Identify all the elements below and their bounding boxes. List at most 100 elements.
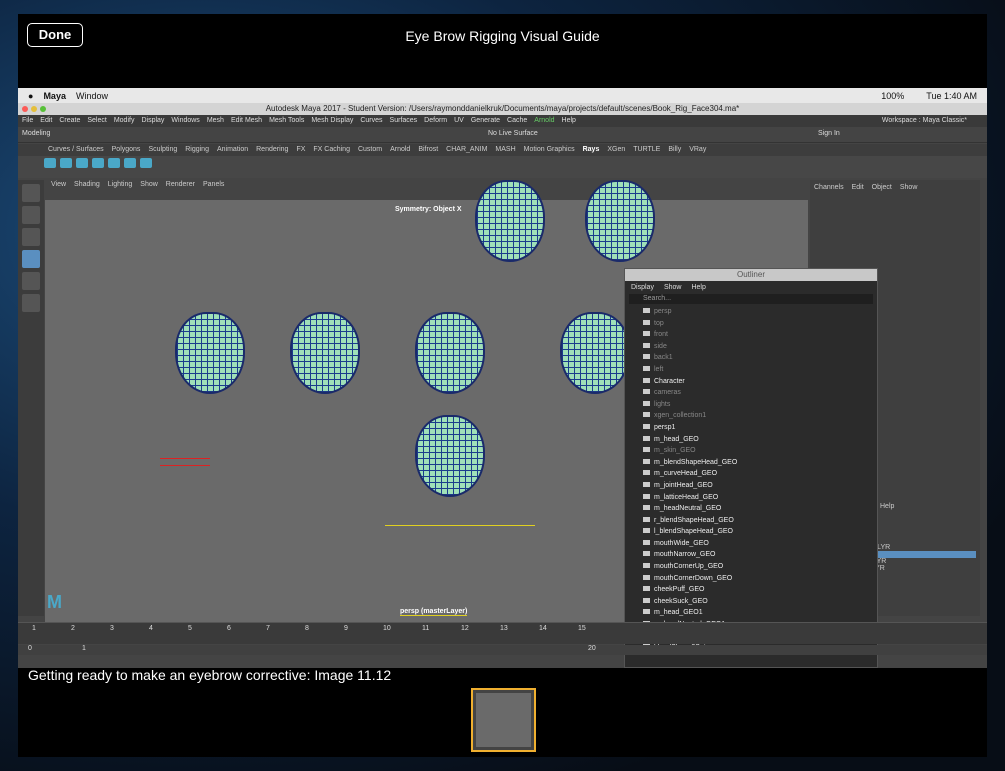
toolbox [18, 180, 44, 616]
panel-menu-shading: Shading [74, 181, 100, 188]
menu-mesh-display: Mesh Display [311, 117, 354, 124]
outliner-item: mouthCornerUp_GEO [643, 561, 877, 573]
shelf-tab: Bifrost [418, 146, 439, 153]
outliner-list: persp top front side back1 left Character camer… [625, 304, 877, 654]
head-model [585, 180, 655, 262]
menu-mesh-tools: Mesh Tools [269, 117, 305, 124]
node-icon [643, 528, 650, 534]
shelf-tab: Arnold [390, 146, 411, 153]
outliner-item: m_latticeHead_GEO [643, 492, 877, 504]
battery-status: 100% [881, 90, 905, 101]
outliner-item-label: mouthWide_GEO [654, 539, 709, 547]
outliner-item-label: persp1 [654, 423, 676, 431]
outliner-item-label: xgen_collection1 [654, 412, 707, 420]
outliner-item: cheekSuck_GEO [643, 596, 877, 608]
shelf-tab: Billy [668, 146, 682, 153]
outliner-item-label: cheekSuck_GEO [654, 597, 708, 605]
node-icon [643, 574, 650, 580]
select-tool-icon [22, 184, 40, 202]
shelf-tabs: Curves / Surfaces Polygons Sculpting Rig… [18, 144, 987, 156]
thumbnail-image-11-12[interactable] [471, 688, 536, 752]
node-icon [643, 586, 650, 592]
outliner-item: l_blendShapeHead_GEO [643, 526, 877, 538]
shelf-tab: CHAR_ANIM [446, 146, 488, 153]
outliner-item: cheekPuff_GEO [643, 584, 877, 596]
panel-menu-show: Show [140, 181, 158, 188]
outliner-item-label: back1 [654, 354, 673, 362]
timeline-tick: 3 [110, 625, 114, 632]
outliner-item: mouthWide_GEO [643, 538, 877, 550]
shelf [18, 156, 987, 178]
shelf-tab: Rays [582, 146, 600, 153]
timeline-tick: 5 [188, 625, 192, 632]
node-icon [643, 493, 650, 499]
head-model [290, 312, 360, 394]
maya-screenshot: ● Maya Window 100% Tue 1:40 AM Autodesk … [18, 88, 987, 668]
maya-logo: M [47, 592, 62, 612]
range-start: 0 [28, 645, 32, 652]
head-model [415, 312, 485, 394]
shelf-script-icon [44, 158, 56, 168]
head-model [560, 312, 630, 394]
shelf-tab: Motion Graphics [523, 146, 575, 153]
node-icon [643, 308, 650, 313]
shelf-script-icon [76, 158, 88, 168]
shelf-tab: Animation [216, 146, 249, 153]
outliner-item-label: top [654, 319, 664, 327]
menu-modify: Modify [113, 117, 135, 124]
node-icon [643, 609, 650, 615]
channel-menu-show: Show [899, 184, 918, 191]
shelf-tab: XGen [607, 146, 626, 153]
timeline-tick: 6 [227, 625, 231, 632]
timeline-tick: 4 [149, 625, 153, 632]
timeline-tick: 11 [422, 625, 430, 632]
apple-icon: ● [28, 90, 34, 101]
menu-curves: Curves [360, 117, 383, 124]
outliner-item-label: mouthNarrow_GEO [654, 551, 716, 559]
shelf-script-icon [124, 158, 136, 168]
shelf-script-icon [140, 158, 152, 168]
minimize-icon [31, 106, 37, 112]
move-tool-icon [22, 250, 40, 268]
status-line: Modeling No Live Surface Sign In [18, 127, 987, 143]
outliner-item: m_curveHead_GEO [643, 468, 877, 480]
node-icon [643, 389, 650, 395]
menu-file: File [22, 117, 34, 124]
menu-windows: Windows [171, 117, 200, 124]
node-icon [643, 447, 650, 453]
outliner-menu-display: Display [631, 284, 654, 291]
channel-menu-object: Object [871, 184, 892, 191]
outliner-item: back1 [643, 352, 877, 364]
timeline-tick: 9 [344, 625, 348, 632]
outliner-item-label: Character [654, 377, 685, 385]
outliner-item-label: persp [654, 308, 672, 315]
outliner-item-label: cameras [654, 389, 681, 397]
outliner-item: m_head_GEO1 [643, 607, 877, 619]
menu-edit-mesh: Edit Mesh [230, 117, 263, 124]
panel-menu-renderer: Renderer [165, 181, 195, 188]
outliner-item: persp [643, 306, 877, 318]
node-icon [643, 365, 650, 371]
outliner-item: side [643, 341, 877, 353]
timeline-tick: 14 [539, 625, 547, 632]
outliner-item: left [643, 364, 877, 376]
timeline-tick: 15 [578, 625, 586, 632]
viewer-title: Eye Brow Rigging Visual Guide [405, 28, 600, 44]
node-icon [643, 377, 650, 383]
outliner-search: Search... [629, 294, 873, 304]
outliner-item: top [643, 318, 877, 330]
red-control-curve [160, 458, 210, 466]
outliner-item-label: front [654, 331, 669, 339]
menu-display: Display [141, 117, 165, 124]
outliner-window: Outliner Display Show Help Search... per… [624, 268, 878, 668]
outliner-title: Outliner [625, 269, 877, 281]
outliner-item-label: m_blendShapeHead_GEO [654, 458, 738, 466]
shelf-tab: FX [296, 146, 306, 153]
lasso-tool-icon [22, 206, 40, 224]
shelf-tab: Sculpting [148, 146, 178, 153]
node-icon [643, 458, 650, 464]
node-icon [643, 331, 650, 337]
head-model [415, 415, 485, 497]
menu-cache: Cache [507, 117, 528, 124]
timeline-tick: 8 [305, 625, 309, 632]
